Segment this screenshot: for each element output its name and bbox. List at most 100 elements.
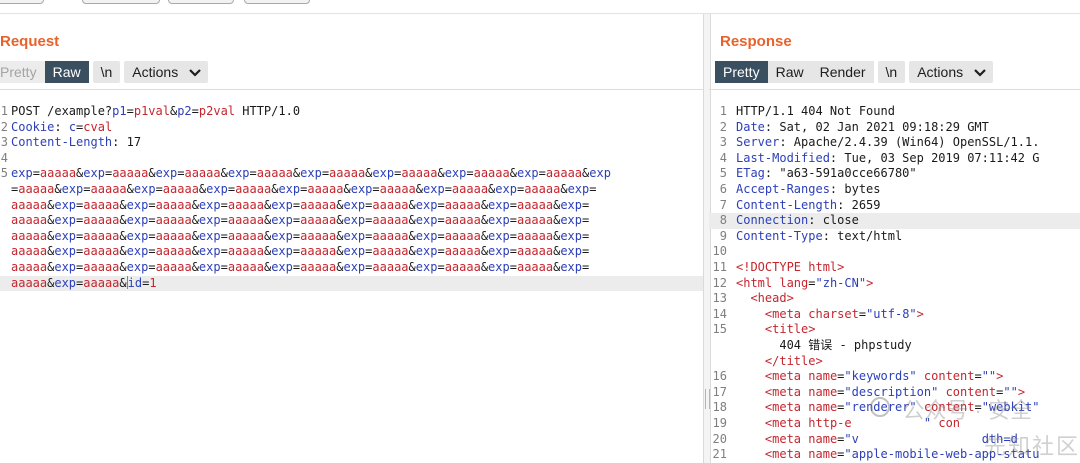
request-token: exp	[415, 260, 438, 274]
request-token: aaaaa	[11, 228, 48, 243]
request-token: =	[220, 197, 228, 212]
response-token: Date	[736, 119, 765, 134]
response-token: name	[808, 400, 838, 415]
request-token: exp	[415, 213, 438, 228]
request-token: exp	[54, 213, 77, 228]
request-token: exp	[488, 228, 510, 243]
request-token: =	[220, 260, 228, 274]
response-token: <meta	[764, 369, 809, 384]
toolbar-button-4[interactable]	[244, 0, 310, 4]
request-token: aaaaa	[155, 197, 192, 212]
request-token: &	[220, 166, 228, 181]
request-code-line: aaaaa&exp=aaaaa&exp=aaaaa&exp=aaaaa&exp=…	[0, 213, 703, 229]
request-token: &	[560, 182, 568, 196]
response-token	[736, 369, 765, 383]
response-line-number: 21	[712, 447, 727, 462]
request-token: exp	[350, 182, 373, 196]
request-code-text: =aaaaa&exp=aaaaa&exp=aaaaa&exp=aaaaa&exp…	[11, 182, 596, 198]
request-code-text: Cookie: c=cval	[11, 120, 112, 136]
response-token	[736, 291, 750, 305]
request-token: exp	[343, 213, 366, 228]
request-actions-dropdown[interactable]: Actions	[124, 61, 209, 83]
response-token: 404 错误 - phpstudy	[736, 338, 912, 352]
request-code-line: aaaaa&exp=aaaaa&exp=aaaaa&exp=aaaaa&exp=…	[0, 244, 703, 260]
request-token: =	[148, 244, 156, 259]
toolbar-button-2[interactable]	[82, 0, 160, 4]
request-token: aaaaa	[112, 166, 149, 181]
request-token: p1val	[133, 104, 170, 118]
response-token: name	[808, 369, 838, 384]
toolbar-button-3[interactable]	[168, 0, 234, 4]
response-token: <title>	[764, 322, 816, 337]
response-token: <html	[736, 275, 780, 290]
request-token: : 17	[112, 135, 142, 150]
request-token: aaaaa	[83, 275, 120, 290]
request-token: exp	[11, 166, 33, 181]
response-tab-pretty[interactable]: Pretty	[715, 61, 768, 83]
request-line-number	[0, 276, 8, 292]
response-token	[736, 416, 765, 430]
response-line-number: 6	[719, 182, 727, 196]
response-line-number: 5	[719, 166, 727, 181]
request-token: &	[509, 166, 517, 181]
request-token: aaaaa	[300, 197, 337, 212]
request-title: Request	[0, 33, 60, 50]
response-token: </title>	[764, 353, 823, 368]
request-code-text: aaaaa&exp=aaaaa&exp=aaaaa&exp=aaaaa&exp=…	[11, 244, 589, 260]
request-token: aaaaa	[227, 197, 264, 212]
request-token: exp	[126, 228, 149, 243]
request-token: &	[191, 228, 199, 243]
request-token: exp	[126, 213, 149, 228]
request-token: =	[321, 166, 330, 181]
response-tab-raw[interactable]: Raw	[767, 61, 812, 83]
request-code-line: 3 Content-Length: 17	[0, 135, 703, 151]
request-token: exp	[126, 197, 149, 212]
response-toolbar: Pretty Raw Render \n Actions	[715, 61, 994, 83]
request-tab-raw[interactable]: Raw	[44, 61, 89, 83]
response-code-text: <title>	[736, 322, 816, 338]
request-token: exp	[54, 260, 77, 274]
request-actions-label: Actions	[132, 64, 179, 80]
request-token: exp	[560, 244, 583, 259]
response-code-line: 5 ETag: "a63-591a0cce66780"	[709, 166, 1080, 182]
request-code-text: aaaaa&exp=aaaaa&exp=aaaaa&exp=aaaaa&exp=…	[11, 198, 589, 214]
request-token: &	[408, 260, 416, 274]
response-code-text: ETag: "a63-591a0cce66780"	[736, 166, 917, 182]
request-token: exp	[560, 197, 583, 212]
request-tab-pretty[interactable]: Pretty	[0, 61, 45, 83]
response-code-line: 8 Connection: close	[709, 213, 1080, 229]
request-token: exp	[271, 213, 293, 228]
response-token: : bytes	[829, 182, 881, 196]
request-code-line: aaaaa&exp=aaaaa&exp=aaaaa&exp=aaaaa&exp=…	[0, 260, 703, 276]
request-editor[interactable]: 1 POST /example?p1=p1val&p2=p2val HTTP/1.…	[0, 89, 703, 463]
response-line-number: 18	[712, 400, 727, 415]
response-token: : Apache/2.4.39 (Win64) OpenSSL/1.1.	[779, 135, 1040, 150]
request-line-number: 5	[0, 166, 8, 181]
request-token: exp	[54, 244, 77, 259]
request-token: exp	[343, 228, 366, 243]
response-code-line: 11 <!DOCTYPE html>	[709, 260, 1080, 276]
request-tab-newline[interactable]: \n	[92, 61, 121, 83]
request-token: exp	[126, 244, 149, 259]
request-token: exp	[61, 182, 84, 196]
request-token: aaaaa	[39, 166, 77, 181]
response-token: <!DOCTYPE html>	[736, 260, 845, 274]
request-token: aaaaa	[473, 166, 510, 181]
request-token: aaaaa	[155, 244, 192, 259]
response-actions-dropdown[interactable]: Actions	[909, 61, 994, 83]
request-token: exp	[415, 197, 438, 212]
response-token: <meta	[764, 400, 809, 415]
request-line-number	[0, 198, 8, 214]
request-token: p2val	[198, 104, 236, 118]
toolbar-button-1[interactable]	[0, 0, 44, 4]
request-token: exp	[488, 244, 510, 259]
request-token: exp	[488, 260, 510, 274]
response-token: Connection	[736, 213, 809, 228]
response-token	[736, 385, 765, 399]
request-token: &	[119, 260, 127, 274]
response-tab-render[interactable]: Render	[811, 61, 874, 83]
response-tab-newline[interactable]: \n	[877, 61, 906, 83]
response-line-number: 20	[712, 431, 727, 446]
request-panel: Request Pretty Raw \n Actions 1 POST /exa…	[0, 14, 703, 463]
response-token: charset	[808, 306, 859, 321]
